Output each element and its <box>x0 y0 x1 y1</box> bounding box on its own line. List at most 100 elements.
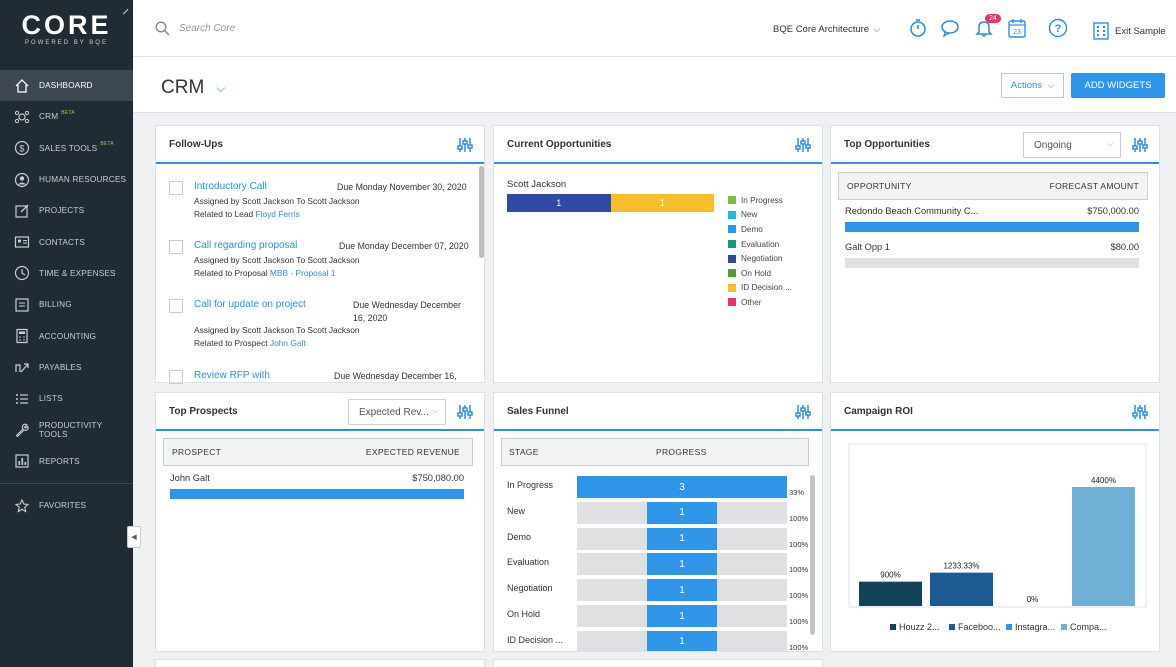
core-logo[interactable]: CORE POWERED BY BQE <box>0 0 133 70</box>
legend-item[interactable]: Evaluation <box>728 237 792 252</box>
sidebar-item-contacts[interactable]: CONTACTS <box>0 226 133 257</box>
roi-bar[interactable] <box>859 581 922 606</box>
follow-up-assigned: Assigned by Scott Jackson To Scott Jacks… <box>194 196 360 206</box>
collapse-sidebar-button[interactable]: ◀ <box>127 526 141 548</box>
sidebar-item-human-resources[interactable]: HUMAN RESOURCES <box>0 164 133 195</box>
add-widgets-button[interactable]: ADD WIDGETS <box>1071 73 1165 98</box>
legend-item[interactable]: ID Decision ... <box>728 281 792 296</box>
timer-icon[interactable] <box>907 17 929 39</box>
bar-segment[interactable]: 1 <box>507 194 611 212</box>
legend-label: Other <box>741 297 762 307</box>
exit-sample-button[interactable]: Exit Sample <box>1093 22 1166 40</box>
funnel-bar[interactable]: 1 <box>647 630 717 651</box>
prospect-name[interactable]: John Galt <box>170 473 210 483</box>
opportunity-name[interactable]: Redondo Beach Community C... <box>845 206 978 216</box>
sidebar-item-label: LISTS <box>39 394 63 404</box>
legend-label[interactable]: Houzz 2... <box>899 622 940 632</box>
scrollbar[interactable] <box>479 166 484 258</box>
widget-settings-icon[interactable] <box>795 137 811 156</box>
chat-icon[interactable] <box>940 17 962 39</box>
funnel-row[interactable]: On Hold 1 100% <box>507 605 808 627</box>
funnel-stage-label: In Progress <box>507 480 554 490</box>
legend-item[interactable]: In Progress <box>728 193 792 208</box>
notifications-bell-icon[interactable]: 24 <box>973 14 1001 39</box>
help-icon[interactable]: ? <box>1047 17 1069 39</box>
funnel-bar[interactable]: 1 <box>647 579 717 602</box>
roi-bar[interactable] <box>930 572 993 606</box>
funnel-row[interactable]: New 1 100% <box>507 501 808 524</box>
follow-up-checkbox[interactable] <box>169 299 183 313</box>
sidebar-item-crm[interactable]: CRM BETA <box>0 101 133 132</box>
legend-item[interactable]: Negotiation <box>728 251 792 266</box>
sidebar-item-projects[interactable]: PROJECTS <box>0 195 133 226</box>
table-header: OPPORTUNITY FORECAST AMOUNT <box>838 172 1148 200</box>
follow-up-title-link[interactable]: Review RFP with <box>194 370 270 381</box>
widget-settings-icon[interactable] <box>1132 404 1148 423</box>
sidebar-item-accounting[interactable]: ACCOUNTING <box>0 320 133 351</box>
follow-up-title-link[interactable]: Call regarding proposal <box>194 240 297 251</box>
follow-up-title-link[interactable]: Call for update on project <box>194 299 306 310</box>
sidebar-divider <box>0 482 133 484</box>
follow-up-related: Related to Proposal MBB - Proposal 1 <box>194 268 336 278</box>
funnel-bar[interactable]: 1 <box>647 527 717 550</box>
table-row[interactable]: Redondo Beach Community C... $750,000.00 <box>845 206 1139 236</box>
legend-item[interactable]: On Hold <box>728 266 792 281</box>
filter-select[interactable]: Expected Rev... ⌵ <box>348 399 446 425</box>
table-row[interactable]: John Galt $750,080.00 <box>170 473 464 503</box>
sidebar-item-favorites[interactable]: FAVORITES <box>0 490 133 521</box>
calendar-icon[interactable]: 23 <box>1006 17 1028 39</box>
funnel-row[interactable]: In Progress 3 33% <box>507 476 807 498</box>
legend-item[interactable]: Demo <box>728 222 792 237</box>
follow-up-checkbox[interactable] <box>169 370 183 384</box>
funnel-bar[interactable]: 3 <box>577 476 787 498</box>
legend-label[interactable]: Faceboo... <box>958 622 1001 632</box>
legend-item[interactable]: New <box>728 208 792 223</box>
sidebar-item-reports[interactable]: REPORTS <box>0 446 133 477</box>
scrollbar[interactable] <box>810 475 815 635</box>
search-box[interactable]: Search Core <box>155 21 235 36</box>
actions-dropdown[interactable]: Actions ⌵ <box>1001 73 1064 98</box>
related-link[interactable]: John Galt <box>270 338 306 348</box>
follow-up-checkbox[interactable] <box>169 181 183 195</box>
roi-bar[interactable] <box>1072 487 1135 606</box>
page-title-selector[interactable]: CRM ⌵ <box>161 77 225 99</box>
legend-label[interactable]: Instagra... <box>1015 622 1055 632</box>
sidebar-item-sales-tools[interactable]: $ SALES TOOLS BETA <box>0 133 133 164</box>
funnel-bar[interactable]: 1 <box>647 553 717 576</box>
follow-up-title-link[interactable]: Introductory Call <box>194 181 267 192</box>
opportunity-name[interactable]: Galt Opp 1 <box>845 242 890 252</box>
legend-label[interactable]: Compa... <box>1070 622 1107 632</box>
funnel-track: 1 <box>577 553 787 576</box>
home-icon <box>14 78 30 94</box>
sidebar-item-payables[interactable]: PAYABLES <box>0 352 133 383</box>
funnel-bar[interactable]: 1 <box>647 605 717 627</box>
related-link[interactable]: MBB - Proposal 1 <box>270 268 336 278</box>
filter-select[interactable]: Ongoing ⌵ <box>1023 132 1121 158</box>
funnel-row[interactable]: Negotiation 1 100% <box>507 579 808 602</box>
funnel-row[interactable]: Demo 1 100% <box>507 527 808 550</box>
legend-swatch <box>728 210 736 219</box>
company-selector[interactable]: BQE Core Architecture ⌵ <box>773 24 880 35</box>
sidebar-item-productivity-tools[interactable]: PRODUCTIVITY TOOLS <box>0 414 133 445</box>
funnel-bar[interactable]: 1 <box>647 501 717 524</box>
table-row[interactable]: Galt Opp 1 $80.00 <box>845 242 1139 272</box>
related-link[interactable]: Floyd Ferris <box>255 209 299 219</box>
sidebar-item-lists[interactable]: LISTS <box>0 383 133 414</box>
legend-item[interactable]: Other <box>728 295 792 310</box>
sidebar-item-time-expenses[interactable]: TIME & EXPENSES <box>0 258 133 289</box>
sidebar-item-dashboard[interactable]: DASHBOARD <box>0 70 133 102</box>
bar-segment[interactable]: 1 <box>610 194 714 212</box>
campaign-roi-chart: 900% 1233.33% 0% 4400% Houzz 2... Faceboo... I… <box>848 443 1147 632</box>
funnel-row[interactable]: Evaluation 1 100% <box>507 553 808 576</box>
follow-up-checkbox[interactable] <box>169 240 183 254</box>
widget-settings-icon[interactable] <box>457 404 473 423</box>
stacked-bar[interactable]: 11 <box>507 194 714 212</box>
funnel-row[interactable]: ID Decision ... 1 100% <box>507 630 808 651</box>
widget-settings-icon[interactable] <box>795 404 811 423</box>
current-opportunities-widget: Current Opportunities Scott Jackson 11 I… <box>493 125 823 383</box>
search-input[interactable]: Search Core <box>179 23 235 34</box>
widget-settings-icon[interactable] <box>457 137 473 156</box>
sidebar-item-billing[interactable]: BILLING <box>0 289 133 320</box>
top-prospects-widget: Top Prospects Expected Rev... ⌵ PROSPECT … <box>155 392 485 652</box>
widget-settings-icon[interactable] <box>1132 137 1148 156</box>
